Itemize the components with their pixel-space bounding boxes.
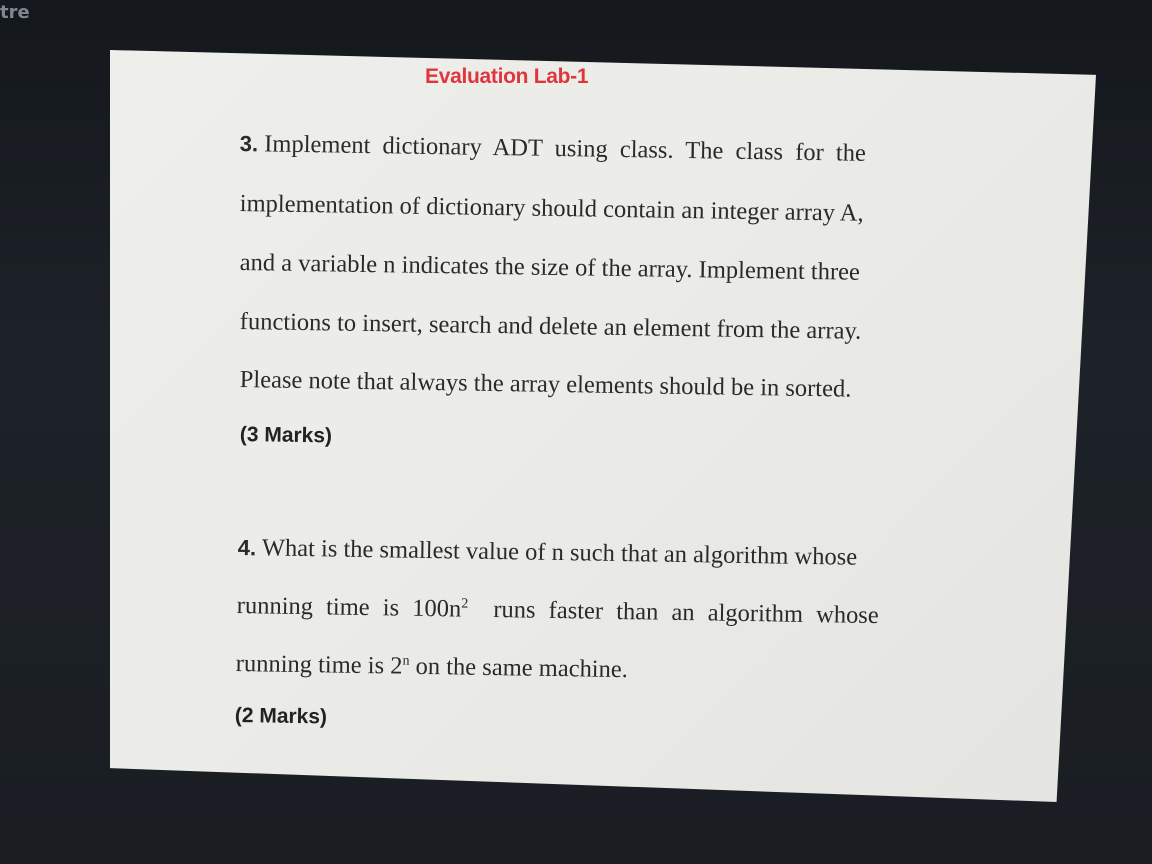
q3-number: 3.	[239, 130, 259, 157]
q4-marks: (2 Marks)	[234, 704, 328, 729]
q4-line-1-text: What is the smallest value of n such tha…	[261, 534, 858, 571]
q3-marks: (3 Marks)	[239, 423, 333, 448]
q4-line-3: running time is 2n on the same machine.	[236, 650, 629, 684]
q4-line-1: 4. What is the smallest value of n such …	[238, 534, 858, 572]
q4-line-2-a: running time is 100n	[236, 592, 462, 623]
q4-line-2-b: runs faster than an algorithm whose	[493, 596, 879, 630]
q3-line-1-text: Implement dictionary ADT using class. Th…	[264, 130, 867, 167]
monitor-background: tre Evaluation Lab-1 3. Implement dictio…	[0, 0, 1152, 864]
q3-line-5: Please note that always the array elemen…	[239, 366, 852, 403]
q3-line-3: and a variable n indicates the size of t…	[239, 249, 861, 286]
q4-line-3-sup: n	[402, 653, 410, 669]
q3-line-4: functions to insert, search and delete a…	[239, 308, 862, 345]
q4-line-3-b: on the same machine.	[415, 652, 629, 684]
q4-line-2: running time is 100n2 runs faster than a…	[237, 592, 879, 630]
slide-title: Evaluation Lab-1	[425, 65, 589, 88]
q4-line-2-sup: 2	[461, 596, 469, 612]
q3-line-1: 3. Implement dictionary ADT using class.…	[240, 130, 866, 168]
slide: Evaluation Lab-1 3. Implement dictionary…	[110, 50, 1096, 802]
q3-line-2: implementation of dictionary should cont…	[239, 190, 864, 227]
corner-label: tre	[0, 2, 30, 23]
q4-line-3-a: running time is 2	[235, 650, 403, 680]
q4-number: 4.	[237, 534, 257, 561]
